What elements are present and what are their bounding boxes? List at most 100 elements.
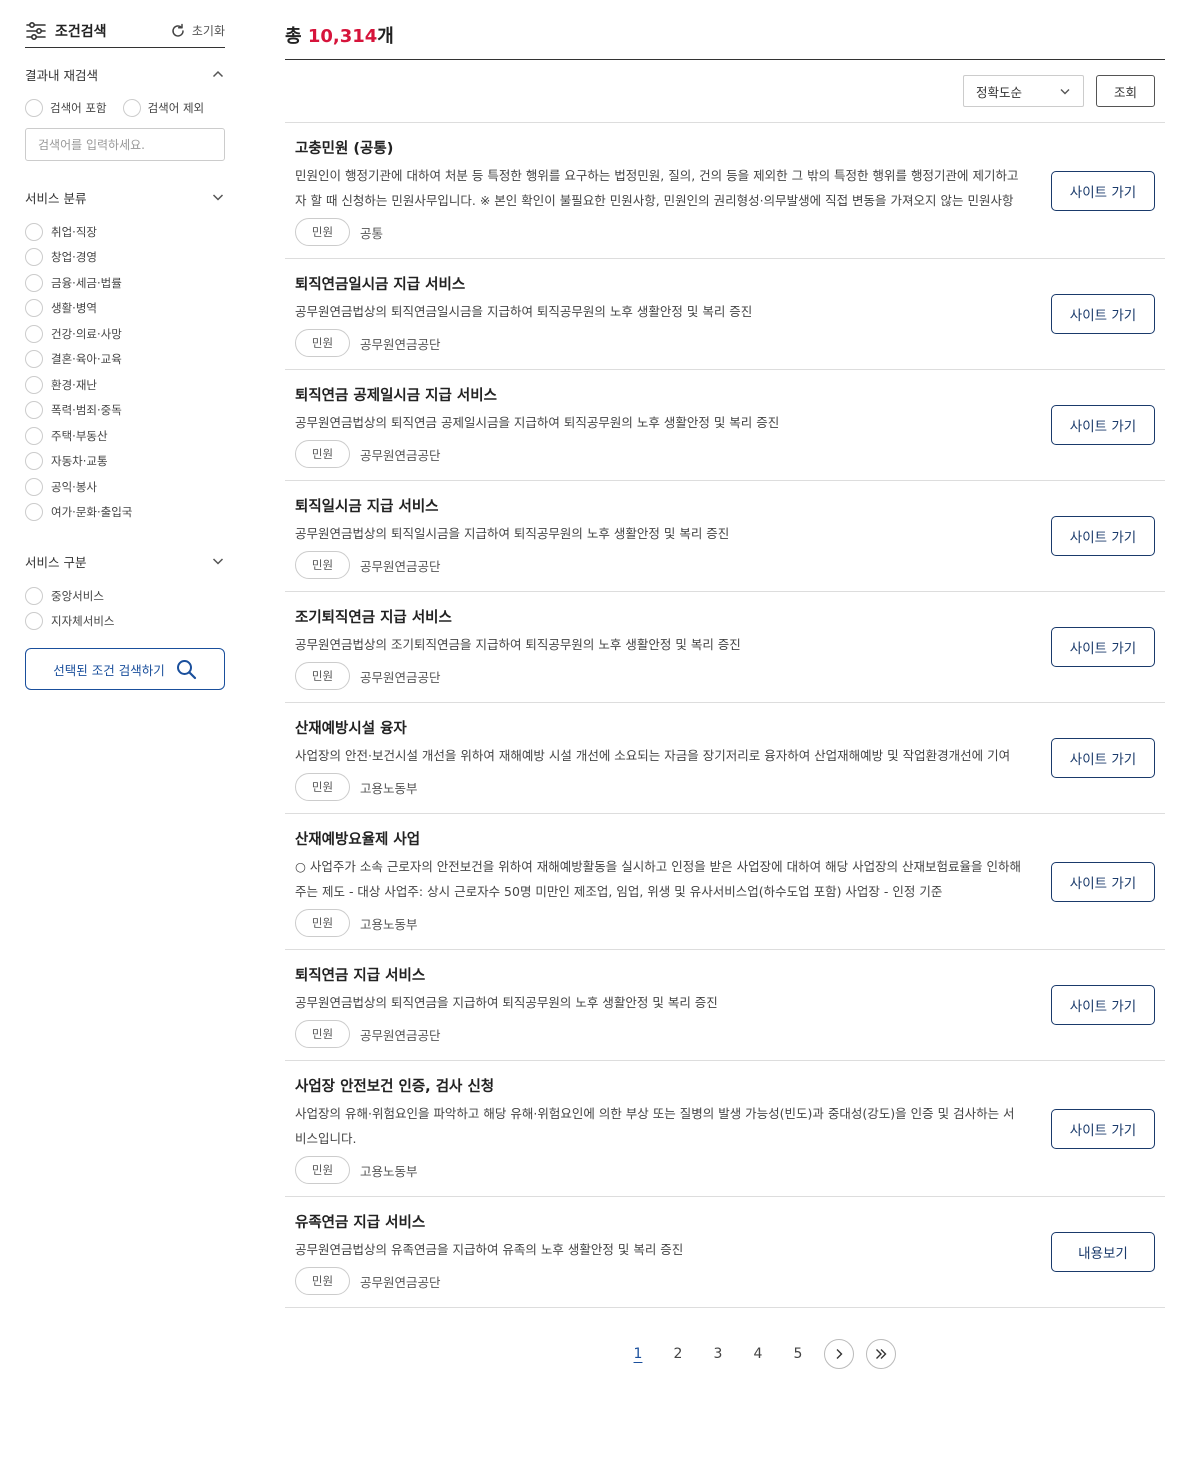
result-title[interactable]: 유족연금 지급 서비스 [295,1211,1025,1235]
result-title[interactable]: 산재예방시설 융자 [295,717,1025,741]
result-organization: 공무원연금공단 [360,336,441,352]
refine-title: 결과내 재검색 [25,67,98,83]
refresh-icon [172,23,184,37]
service-category-option-label: 취업·직장 [51,224,97,239]
service-type-title: 서비스 구분 [25,554,87,570]
include-keyword-radio[interactable]: 검색어 포함 [25,98,107,118]
result-action-button[interactable]: 사이트 가기 [1051,516,1155,556]
result-meta: 민원 공무원연금공단 [295,329,1025,357]
result-description: 공무원연금법상의 유족연금을 지급하여 유족의 노후 생활안정 및 복리 증진 [295,1242,684,1257]
search-selected-conditions-button[interactable]: 선택된 조건 검색하기 [25,648,225,690]
result-action-button[interactable]: 사이트 가기 [1051,405,1155,445]
result-title[interactable]: 퇴직연금 공제일시금 지급 서비스 [295,384,1025,408]
page-number[interactable]: 5 [784,1342,812,1366]
result-action-button[interactable]: 사이트 가기 [1051,627,1155,667]
page-number[interactable]: 4 [744,1342,772,1366]
total-prefix: 총 [285,26,308,47]
result-type-tag: 민원 [295,1020,350,1048]
page-number[interactable]: 2 [664,1342,692,1366]
result-title[interactable]: 퇴직일시금 지급 서비스 [295,495,1025,519]
result-item: 퇴직연금일시금 지급 서비스 공무원연금법상의 퇴직연금일시금을 지급하여 퇴직공… [285,259,1165,370]
total-number: 10,314 [307,26,378,47]
radio-circle [25,248,43,267]
result-type-tag: 민원 [295,909,350,937]
service-category-option-radio[interactable]: 건강·의료·사망 [25,321,225,347]
result-action-button[interactable]: 내용보기 [1051,1232,1155,1272]
reset-label: 초기화 [191,24,225,38]
result-type-tag: 민원 [295,218,350,246]
page-number[interactable]: 3 [704,1342,732,1366]
exclude-keyword-label: 검색어 제외 [147,101,205,115]
next-page-button[interactable] [824,1339,854,1369]
exclude-keyword-radio[interactable]: 검색어 제외 [122,98,205,118]
service-category-section: 서비스 분류 취업·직장창업·경영금융·세금·법률생활·병역건강·의료·사망결혼… [25,183,225,525]
service-category-list: 취업·직장창업·경영금융·세금·법률생활·병역건강·의료·사망결혼·육아·교육환… [25,219,225,525]
service-category-option-radio[interactable]: 자동차·교통 [25,449,225,475]
sort-select[interactable]: 정확도순 [963,75,1084,107]
results-toolbar: 정확도순 조회 [285,60,1165,123]
radio-circle [122,99,141,117]
reset-button[interactable]: 초기화 [170,22,225,39]
service-category-title: 서비스 분류 [25,190,87,206]
result-action-button[interactable]: 사이트 가기 [1051,861,1155,902]
service-category-option-radio[interactable]: 금융·세금·법률 [25,270,225,296]
service-category-option-radio[interactable]: 주택·부동산 [25,423,225,449]
result-title[interactable]: 사업장 안전보건 인증, 검사 신청 [295,1075,1025,1099]
result-title[interactable]: 고충민원 (공통) [295,137,1025,161]
service-category-option-radio[interactable]: 폭력·범죄·중독 [25,398,225,424]
refine-search-input[interactable] [25,128,225,161]
service-type-option-radio[interactable]: 지자체서비스 [25,609,225,635]
service-category-option-radio[interactable]: 공익·봉사 [25,474,225,500]
result-action-button[interactable]: 사이트 가기 [1051,738,1155,778]
refine-section-header[interactable]: 결과내 재검색 [25,60,225,88]
result-organization: 공무원연금공단 [360,669,441,685]
service-category-header[interactable]: 서비스 분류 [25,183,225,211]
result-title[interactable]: 산재예방요율제 사업 [295,828,1025,852]
result-title[interactable]: 퇴직연금 지급 서비스 [295,964,1025,988]
radio-circle [25,586,43,605]
result-description: 공무원연금법상의 퇴직연금 공제일시금을 지급하여 퇴직공무원의 노후 생활안정… [295,415,780,430]
result-action-button[interactable]: 사이트 가기 [1051,294,1155,334]
service-category-option-label: 자동차·교통 [51,454,108,469]
service-category-option-label: 건강·의료·사망 [51,326,122,341]
result-item: 고충민원 (공통) 민원인이 행정기관에 대하여 처분 등 특정한 행위를 요구하… [285,123,1165,259]
chevron-down-icon [212,558,224,565]
result-action-button[interactable]: 사이트 가기 [1051,1108,1155,1149]
result-organization: 공무원연금공단 [360,1274,441,1290]
result-description: 공무원연금법상의 조기퇴직연금을 지급하여 퇴직공무원의 노후 생활안정 및 복… [295,637,741,652]
service-category-option-radio[interactable]: 창업·경영 [25,245,225,271]
result-organization: 공무원연금공단 [360,447,441,463]
service-category-option-label: 환경·재난 [51,377,97,392]
service-category-option-radio[interactable]: 환경·재난 [25,372,225,398]
sidebar-title: 조건검색 [25,21,107,41]
result-title[interactable]: 조기퇴직연금 지급 서비스 [295,606,1025,630]
radio-circle [25,612,43,631]
last-page-button[interactable] [866,1339,896,1369]
radio-circle [25,273,43,292]
result-meta: 민원 고용노동부 [295,909,1025,937]
result-action-button[interactable]: 사이트 가기 [1051,170,1155,211]
result-meta: 민원 공무원연금공단 [295,440,1025,468]
service-category-option-radio[interactable]: 취업·직장 [25,219,225,245]
chevron-up-icon [212,70,224,78]
service-type-option-radio[interactable]: 중앙서비스 [25,583,225,609]
search-selected-label: 선택된 조건 검색하기 [53,662,165,678]
service-category-option-label: 금융·세금·법률 [51,275,122,290]
service-type-header[interactable]: 서비스 구분 [25,547,225,575]
refine-section: 결과내 재검색 검색어 포함 검색어 제외 [25,60,225,161]
total-suffix: 개 [377,26,394,47]
result-type-tag: 민원 [295,662,350,690]
result-description: 사업장의 유해·위험요인을 파악하고 해당 유해·위험요인에 의한 부상 또는 … [295,1106,1015,1146]
result-title[interactable]: 퇴직연금일시금 지급 서비스 [295,273,1025,297]
result-description: 공무원연금법상의 퇴직연금을 지급하여 퇴직공무원의 노후 생활안정 및 복리 … [295,995,718,1010]
result-organization: 고용노동부 [360,780,418,796]
page-number[interactable]: 1 [624,1342,652,1366]
service-category-option-radio[interactable]: 여가·문화·출입국 [25,500,225,526]
query-button[interactable]: 조회 [1096,75,1155,107]
result-type-tag: 민원 [295,440,350,468]
service-category-option-radio[interactable]: 생활·병역 [25,296,225,322]
result-item: 산재예방시설 융자 사업장의 안전·보건시설 개선을 위하여 재해예방 시설 개선… [285,703,1165,814]
radio-circle [25,426,43,445]
result-action-button[interactable]: 사이트 가기 [1051,985,1155,1025]
service-category-option-radio[interactable]: 결혼·육아·교육 [25,347,225,373]
